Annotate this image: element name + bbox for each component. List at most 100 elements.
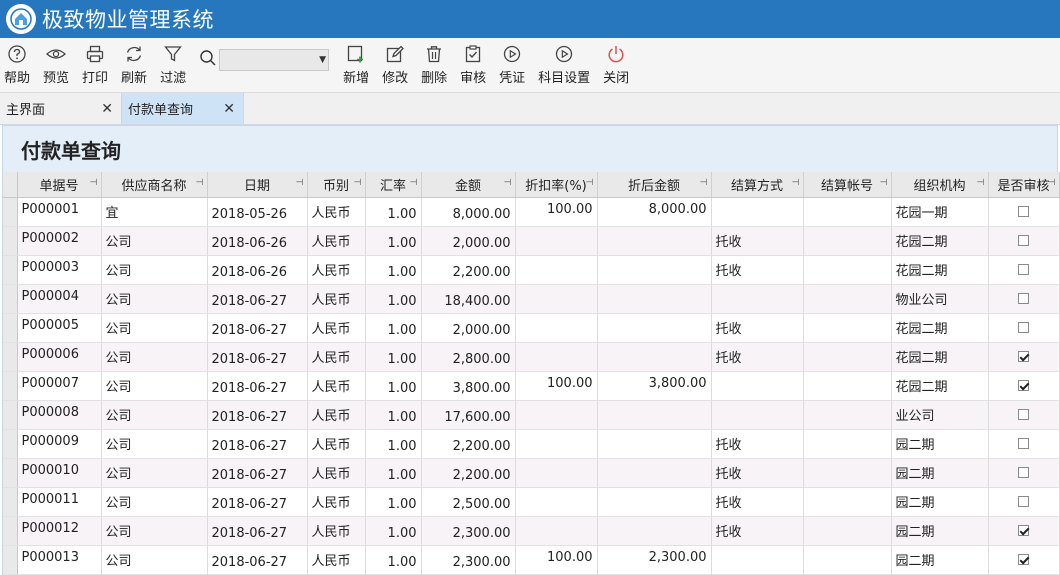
audited-checkbox[interactable] [1018, 206, 1029, 217]
audited-checkbox[interactable] [1018, 235, 1029, 246]
audited-cell [988, 284, 1060, 314]
amount-cell: 2,200.00 [421, 255, 516, 285]
column-header[interactable]: 金额 ⊣ [421, 172, 516, 198]
audit-button[interactable]: 审核 [460, 43, 486, 87]
voucher-button[interactable]: 凭证 [499, 43, 525, 87]
row-selector[interactable] [3, 226, 18, 256]
help-button[interactable]: 帮助 [4, 43, 30, 87]
table-row[interactable]: P000001 宜 2018-05-26 人民币 1.00 8,000.00 100.00 8… [3, 197, 1060, 227]
filter-button[interactable]: 过滤 [160, 43, 186, 87]
row-selector[interactable] [3, 284, 18, 314]
audited-checkbox[interactable] [1018, 409, 1029, 420]
table-row[interactable]: P000005 公司 2018-06-27 人民币 1.00 2,000.00 托收 花园二期 [3, 313, 1060, 343]
discount-cell [515, 313, 598, 343]
amount-cell: 2,000.00 [421, 313, 516, 343]
table-row[interactable]: P000009 公司 2018-06-27 人民币 1.00 2,200.00 托收 园二期 [3, 429, 1060, 459]
subject-settings-button[interactable]: 科目设置 [538, 43, 590, 87]
row-selector[interactable] [3, 400, 18, 430]
table-row[interactable]: P000003 公司 2018-06-26 人民币 1.00 2,200.00 托收 花园二期 [3, 255, 1060, 285]
audited-checkbox[interactable] [1018, 467, 1029, 478]
column-header[interactable]: 币别 ⊣ [307, 172, 366, 198]
column-header[interactable]: 组织机构 ⊣ [891, 172, 989, 198]
audited-checkbox[interactable] [1018, 293, 1029, 304]
table-row[interactable]: P000008 公司 2018-06-27 人民币 1.00 17,600.00 业公司 [3, 400, 1060, 430]
settlement-method-cell [711, 371, 804, 401]
doc-number-cell: P000011 [17, 487, 102, 517]
row-selector[interactable] [3, 197, 18, 227]
row-selector[interactable] [3, 313, 18, 343]
close-button[interactable]: 关闭 [603, 43, 629, 87]
pin-icon: ⊣ [879, 178, 888, 188]
audited-checkbox[interactable] [1018, 438, 1029, 449]
table-row[interactable]: P000012 公司 2018-06-27 人民币 1.00 2,300.00 托收 园二期 [3, 516, 1060, 546]
row-selector[interactable] [3, 458, 18, 488]
audited-checkbox[interactable] [1018, 264, 1029, 275]
preview-button[interactable]: 预览 [43, 43, 69, 87]
discount-cell [515, 458, 598, 488]
column-header[interactable]: 汇率 ⊣ [365, 172, 422, 198]
table-row[interactable]: P000004 公司 2018-06-27 人民币 1.00 18,400.00 物业公司 [3, 284, 1060, 314]
row-selector[interactable] [3, 342, 18, 372]
column-header[interactable]: 是否审核 ⊣ [988, 172, 1060, 198]
audited-cell [988, 255, 1060, 285]
doc-number-cell: P000009 [17, 429, 102, 459]
edit-button[interactable]: 修改 [382, 43, 408, 87]
add-button[interactable]: 新增 [343, 43, 369, 87]
column-header[interactable]: 供应商名称 ⊣ [101, 172, 208, 198]
pin-icon: ⊣ [195, 178, 204, 188]
net-amount-cell [597, 255, 712, 285]
audited-checkbox[interactable] [1018, 351, 1029, 362]
table-row[interactable]: P000013 公司 2018-06-27 人民币 1.00 2,300.00 100.00… [3, 545, 1060, 575]
search-input[interactable]: ▼ [219, 49, 330, 71]
preview-label: 预览 [43, 71, 70, 86]
row-selector[interactable] [3, 255, 18, 285]
organization-cell: 花园一期 [891, 197, 989, 227]
settlement-account-cell [803, 255, 892, 285]
table-row[interactable]: P000011 公司 2018-06-27 人民币 1.00 2,500.00 托收 园二期 [3, 487, 1060, 517]
table-row[interactable]: P000006 公司 2018-06-27 人民币 1.00 2,800.00 托收 花园二期 [3, 342, 1060, 372]
supplier-cell: 公司 [101, 284, 208, 314]
audited-checkbox[interactable] [1018, 496, 1029, 507]
date-cell: 2018-06-27 [207, 400, 308, 430]
settlement-method-cell [711, 400, 804, 430]
edit-label: 修改 [382, 71, 409, 86]
amount-cell: 3,800.00 [421, 371, 516, 401]
row-selector[interactable] [3, 429, 18, 459]
print-button[interactable]: 打印 [82, 43, 108, 87]
organization-cell: 园二期 [891, 487, 989, 517]
row-selector[interactable] [3, 371, 18, 401]
printer-icon [85, 43, 105, 65]
tab-payment-query[interactable]: 付款单查询 ✕ [122, 93, 244, 124]
table-row[interactable]: P000007 公司 2018-06-27 人民币 1.00 3,800.00 100.00… [3, 371, 1060, 401]
table-row[interactable]: P000002 公司 2018-06-26 人民币 1.00 2,000.00 托收 花园二期 [3, 226, 1060, 256]
column-header[interactable]: 结算帐号 ⊣ [803, 172, 892, 198]
row-selector[interactable] [3, 545, 18, 575]
supplier-cell: 公司 [101, 400, 208, 430]
settlement-method-cell: 托收 [711, 458, 804, 488]
delete-button[interactable]: 删除 [421, 43, 447, 87]
supplier-cell: 公司 [101, 487, 208, 517]
column-header[interactable]: 折扣率(%) ⊣ [515, 172, 598, 198]
column-header[interactable]: 结算方式 ⊣ [711, 172, 804, 198]
audited-checkbox[interactable] [1018, 380, 1029, 391]
close-icon[interactable]: ✕ [223, 101, 235, 117]
column-header[interactable]: 日期 ⊣ [207, 172, 308, 198]
refresh-button[interactable]: 刷新 [121, 43, 147, 87]
column-header[interactable]: 单据号 ⊣ [17, 172, 102, 198]
rate-cell: 1.00 [365, 516, 422, 546]
column-header[interactable]: 折后金额 ⊣ [597, 172, 712, 198]
pencil-icon [385, 43, 405, 65]
close-icon[interactable]: ✕ [101, 101, 113, 117]
row-selector[interactable] [3, 487, 18, 517]
table-row[interactable]: P000010 公司 2018-06-27 人民币 1.00 2,200.00 托收 园二期 [3, 458, 1060, 488]
amount-cell: 2,200.00 [421, 429, 516, 459]
tab-main[interactable]: 主界面 ✕ [0, 93, 122, 124]
print-label: 打印 [82, 71, 109, 86]
dropdown-caret-icon[interactable]: ▼ [319, 55, 326, 65]
payment-table: 单据号 ⊣ 供应商名称 ⊣ 日期 ⊣ 币别 ⊣ 汇率 ⊣ 金额 ⊣ 折扣率(%) ⊣ 折后金额… [3, 172, 1060, 575]
rate-cell: 1.00 [365, 429, 422, 459]
audited-checkbox[interactable] [1018, 322, 1029, 333]
row-selector[interactable] [3, 516, 18, 546]
audited-checkbox[interactable] [1018, 554, 1029, 565]
audited-checkbox[interactable] [1018, 525, 1029, 536]
